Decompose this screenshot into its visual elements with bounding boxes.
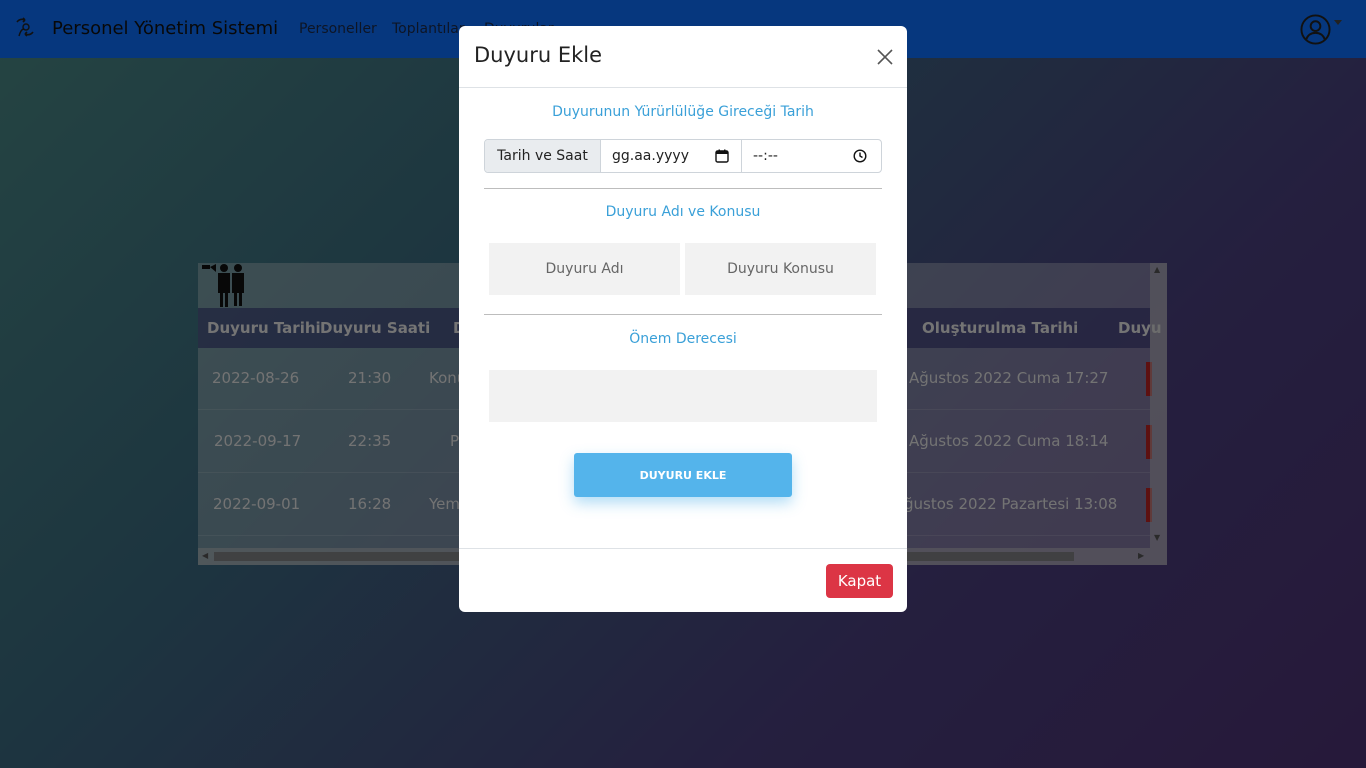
modal-header: Duyuru Ekle [459,26,907,88]
announcement-subject-input[interactable]: Duyuru Konusu [685,243,876,295]
clock-icon[interactable] [853,149,867,163]
modal-footer-divider [459,548,907,549]
date-placeholder: gg.aa.yyyy [612,148,689,164]
divider [484,188,882,189]
priority-select[interactable] [489,370,877,422]
time-input[interactable]: --:-- [742,140,881,172]
calendar-icon[interactable] [715,149,729,163]
add-announcement-modal: Duyuru Ekle Duyurunun Yürürlülüğe Girece… [459,26,907,612]
close-button[interactable]: Kapat [826,564,893,598]
modal-title: Duyuru Ekle [474,43,603,67]
announcement-name-input[interactable]: Duyuru Adı [489,243,680,295]
date-input[interactable]: gg.aa.yyyy [601,140,742,172]
priority-title: Önem Derecesi [629,331,737,347]
close-icon[interactable] [874,46,896,68]
divider [484,314,882,315]
add-announcement-button[interactable]: DUYURU EKLE [574,453,792,497]
name-subject-title: Duyuru Adı ve Konusu [605,204,761,220]
effective-date-title: Duyurunun Yürürlülüğe Gireceği Tarih [552,104,814,120]
datetime-label: Tarih ve Saat [485,140,601,172]
time-placeholder: --:-- [753,148,778,164]
datetime-input-group: Tarih ve Saat gg.aa.yyyy --:-- [484,139,882,173]
